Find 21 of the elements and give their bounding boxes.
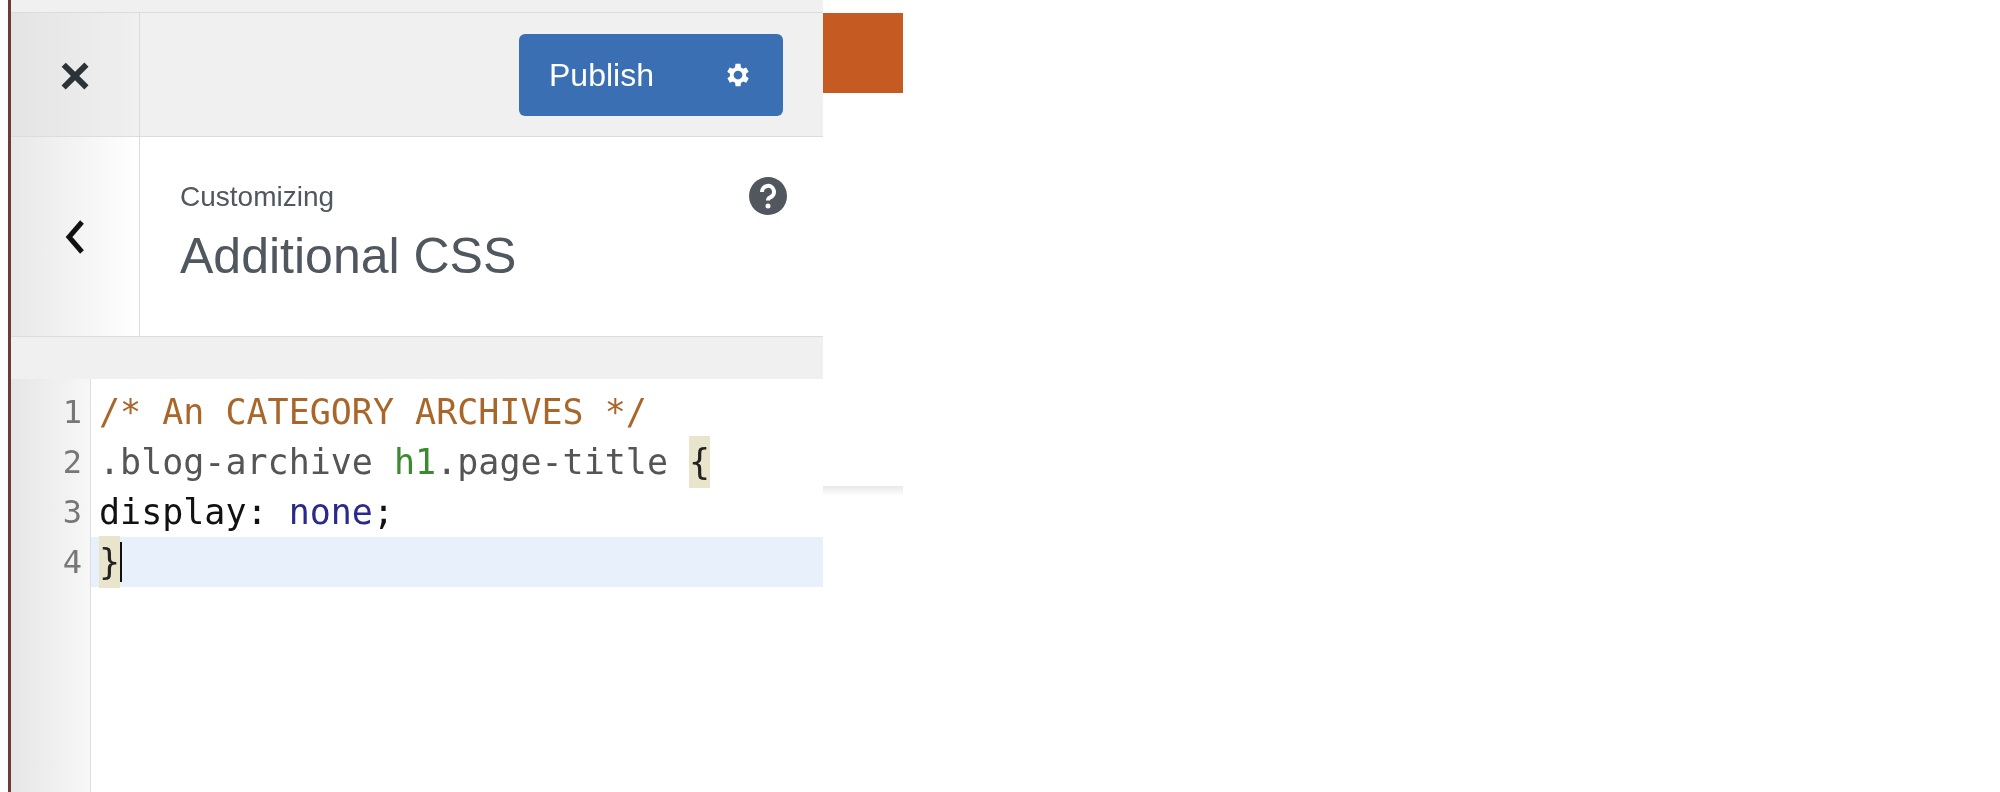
- line-number: 1: [62, 392, 82, 433]
- text-cursor: [120, 542, 123, 582]
- code-token: h1: [394, 440, 437, 484]
- close-button[interactable]: ×: [11, 13, 140, 136]
- publish-button[interactable]: Publish: [519, 33, 783, 116]
- code-token: }: [99, 535, 121, 589]
- code-editor[interactable]: 1 2 3 4 /* An CATEGORY ARCHIVES */ .blog-archive h1.page-title { display: none; }: [11, 379, 823, 792]
- help-icon[interactable]: [749, 177, 787, 215]
- line-number: 4: [62, 542, 82, 583]
- section-subtitle: Customizing: [180, 183, 335, 211]
- code-token: none: [288, 490, 373, 534]
- code-token: .page-title: [436, 440, 669, 484]
- section-title: Additional CSS: [180, 231, 518, 281]
- code-token: /* An CATEGORY ARCHIVES */: [99, 390, 647, 434]
- line-number: 3: [62, 492, 82, 533]
- code-token: ;: [372, 490, 395, 534]
- code-token: {: [689, 435, 711, 489]
- code-token: display:: [99, 490, 269, 534]
- code-token: .blog-archive: [99, 440, 374, 484]
- back-icon: [64, 218, 86, 255]
- line-number: 2: [62, 442, 82, 483]
